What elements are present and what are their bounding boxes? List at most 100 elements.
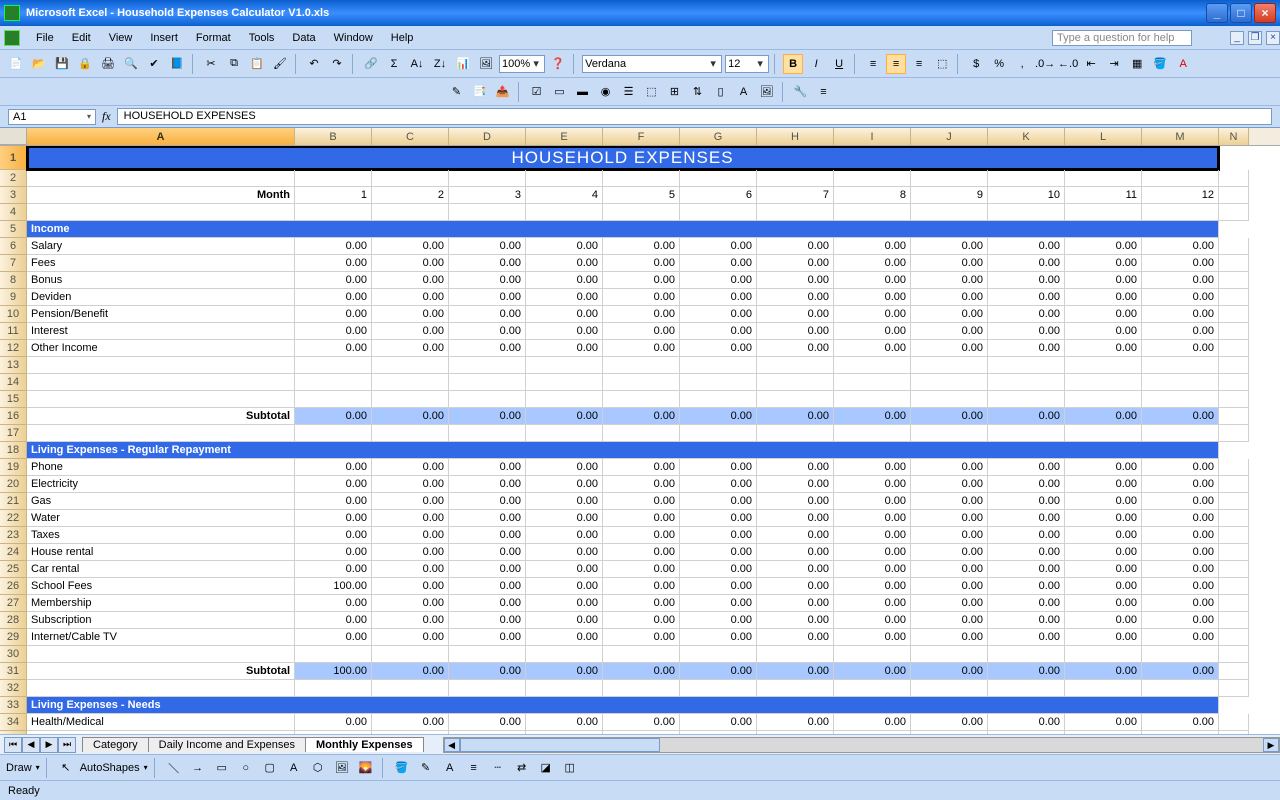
data-cell[interactable]: 0.00 (449, 510, 526, 527)
data-cell[interactable]: 0.00 (449, 272, 526, 289)
empty-cell[interactable] (603, 170, 680, 187)
data-cell[interactable]: 0.00 (526, 578, 603, 595)
subtotal-cell[interactable]: 0.00 (526, 408, 603, 425)
row-header[interactable]: 3 (0, 187, 27, 204)
subtotal-cell[interactable]: 0.00 (680, 663, 757, 680)
empty-cell[interactable] (834, 680, 911, 697)
empty-cell[interactable] (295, 204, 372, 221)
data-cell[interactable]: 0.00 (1142, 493, 1219, 510)
data-cell[interactable]: 0.00 (449, 340, 526, 357)
data-cell[interactable]: 0.00 (1142, 238, 1219, 255)
data-cell[interactable]: 0.00 (449, 476, 526, 493)
autoshapes-menu[interactable]: AutoShapes (80, 762, 140, 774)
row-header[interactable]: 29 (0, 629, 27, 646)
subtotal-cell[interactable]: 0.00 (757, 663, 834, 680)
row-header[interactable]: 35 (0, 731, 27, 734)
data-cell[interactable]: 0.00 (911, 476, 988, 493)
subtotal-cell[interactable]: 0.00 (911, 663, 988, 680)
arrowstyle-icon[interactable]: ⇄ (512, 758, 532, 778)
empty-cell[interactable] (1219, 187, 1249, 204)
data-cell[interactable]: 0.00 (1065, 527, 1142, 544)
col-header-J[interactable]: J (911, 128, 988, 145)
empty-cell[interactable] (372, 374, 449, 391)
percent-icon[interactable]: % (989, 54, 1009, 74)
subtotal-cell[interactable]: 0.00 (603, 408, 680, 425)
empty-cell[interactable] (1219, 425, 1249, 442)
picture-icon[interactable]: 🌄 (356, 758, 376, 778)
data-cell[interactable]: 0.00 (449, 323, 526, 340)
data-cell[interactable]: 0.00 (449, 527, 526, 544)
row-header[interactable]: 1 (0, 146, 27, 170)
currency-icon[interactable]: $ (966, 54, 986, 74)
menu-window[interactable]: Window (326, 30, 381, 46)
empty-cell[interactable] (27, 391, 295, 408)
print-icon[interactable]: 🖨 (98, 54, 118, 74)
month-cell[interactable]: 6 (680, 187, 757, 204)
fillcolor-icon[interactable]: 🪣 (392, 758, 412, 778)
data-cell[interactable]: 0.00 (295, 510, 372, 527)
data-cell[interactable]: 0.00 (372, 561, 449, 578)
data-cell[interactable]: 0.00 (988, 544, 1065, 561)
data-cell[interactable]: 0.00 (1142, 595, 1219, 612)
data-cell[interactable]: 0.00 (834, 510, 911, 527)
row-header[interactable]: 18 (0, 442, 27, 459)
data-cell[interactable]: 0.00 (988, 527, 1065, 544)
data-cell[interactable]: 0.00 (988, 323, 1065, 340)
row-header[interactable]: 22 (0, 510, 27, 527)
draw-menu[interactable]: Draw (6, 762, 32, 774)
subtotal-cell[interactable]: 0.00 (1142, 663, 1219, 680)
subtotal-cell[interactable]: 0.00 (603, 663, 680, 680)
data-cell[interactable]: 0.00 (988, 306, 1065, 323)
chart-icon[interactable]: 📊 (453, 54, 473, 74)
data-cell[interactable]: 0.00 (372, 476, 449, 493)
empty-cell[interactable] (1219, 170, 1249, 187)
empty-cell[interactable] (911, 374, 988, 391)
data-cell[interactable]: 0.00 (603, 578, 680, 595)
data-cell[interactable]: 0.00 (1065, 238, 1142, 255)
empty-cell[interactable] (988, 204, 1065, 221)
empty-cell[interactable] (680, 646, 757, 663)
redo-icon[interactable]: ↷ (327, 54, 347, 74)
empty-cell[interactable] (1065, 425, 1142, 442)
section-header[interactable]: Living Expenses - Regular Repayment (27, 442, 1219, 459)
textfield-icon[interactable]: ▭ (550, 82, 570, 102)
data-cell[interactable]: 0.00 (295, 255, 372, 272)
row-label[interactable]: Salary (27, 238, 295, 255)
empty-cell[interactable] (27, 374, 295, 391)
data-cell[interactable]: 0.00 (1065, 612, 1142, 629)
empty-cell[interactable] (988, 425, 1065, 442)
row-header[interactable]: 25 (0, 561, 27, 578)
row-header[interactable]: 14 (0, 374, 27, 391)
wordart-icon[interactable]: A (284, 758, 304, 778)
open-icon[interactable]: 📂 (29, 54, 49, 74)
data-cell[interactable]: 0.00 (295, 289, 372, 306)
data-cell[interactable]: 0.00 (372, 272, 449, 289)
row-header[interactable]: 28 (0, 612, 27, 629)
month-cell[interactable]: 7 (757, 187, 834, 204)
col-header-F[interactable]: F (603, 128, 680, 145)
cell-area[interactable]: HOUSEHOLD EXPENSESMonth123456789101112In… (27, 146, 1280, 734)
data-cell[interactable]: 0.00 (757, 510, 834, 527)
data-cell[interactable]: 0.00 (911, 612, 988, 629)
merge-icon[interactable]: ⬚ (932, 54, 952, 74)
name-box[interactable]: A1▾ (8, 109, 96, 125)
data-cell[interactable]: 0.00 (295, 527, 372, 544)
row-label[interactable]: Taxes (27, 527, 295, 544)
empty-cell[interactable] (757, 170, 834, 187)
col-header-I[interactable]: I (834, 128, 911, 145)
help-icon[interactable]: ❓ (548, 54, 568, 74)
shadow-icon[interactable]: ◪ (536, 758, 556, 778)
data-cell[interactable]: 0.00 (988, 612, 1065, 629)
data-cell[interactable]: 0.00 (911, 306, 988, 323)
properties-icon[interactable]: 🔧 (791, 82, 811, 102)
data-cell[interactable]: 0.00 (526, 493, 603, 510)
empty-cell[interactable] (295, 646, 372, 663)
data-cell[interactable]: 0.00 (680, 527, 757, 544)
data-cell[interactable]: 0.00 (295, 323, 372, 340)
empty-cell[interactable] (1219, 323, 1249, 340)
empty-cell[interactable] (911, 425, 988, 442)
empty-cell[interactable] (988, 680, 1065, 697)
row-header[interactable]: 27 (0, 595, 27, 612)
subtotal-cell[interactable]: 0.00 (372, 663, 449, 680)
image-icon[interactable]: 🖼 (757, 82, 777, 102)
